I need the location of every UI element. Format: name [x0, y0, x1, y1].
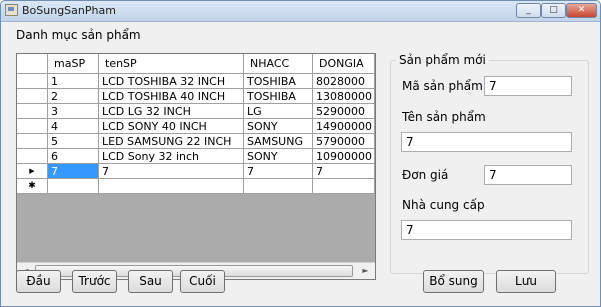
cell-nhacc[interactable]: SONY [244, 149, 313, 164]
row-header[interactable] [17, 134, 48, 149]
previous-button[interactable]: Trước [72, 270, 117, 293]
minimize-button[interactable]: _ [516, 3, 541, 18]
cell-nhacc[interactable]: TOSHIBA [244, 74, 313, 89]
product-code-label: Mã sản phẩm [402, 79, 483, 93]
scroll-right-arrow-icon[interactable]: ► [357, 263, 374, 279]
cell-tensp[interactable]: LCD TOSHIBA 32 INCH [99, 74, 244, 89]
product-grid[interactable]: maSP tenSP NHACC DONGIA 1 LCD TOSHIBA 32 … [16, 53, 376, 280]
cell-tensp[interactable]: 7 [99, 164, 244, 179]
row-header[interactable] [17, 119, 48, 134]
cell-tensp[interactable]: LCD SONY 40 INCH [99, 119, 244, 134]
new-row-marker-icon[interactable]: ✱ [17, 179, 48, 194]
maximize-button[interactable]: □ [541, 3, 566, 18]
price-input[interactable]: 7 [484, 165, 572, 185]
grid-corner [17, 54, 48, 74]
app-icon [5, 4, 18, 16]
first-button[interactable]: Đầu [16, 270, 61, 293]
save-button[interactable]: Lưu [496, 270, 556, 293]
cell-dongia[interactable]: 8028000 [313, 74, 375, 89]
cell-dongia[interactable] [313, 179, 375, 194]
cell-dongia[interactable]: 5290000 [313, 104, 375, 119]
row-header[interactable] [17, 74, 48, 89]
cell-masp[interactable]: 3 [48, 104, 99, 119]
close-button[interactable]: ✕ [566, 3, 597, 18]
column-header-masp[interactable]: maSP [48, 54, 99, 74]
next-button[interactable]: Sau [128, 270, 173, 293]
main-window: BoSungSanPham _ □ ✕ Danh mục sản phẩm ma… [0, 0, 601, 307]
cell-nhacc[interactable]: SAMSUNG [244, 134, 313, 149]
cell-nhacc[interactable]: 7 [244, 164, 313, 179]
cell-tensp[interactable]: LCD TOSHIBA 40 INCH [99, 89, 244, 104]
row-header[interactable] [17, 104, 48, 119]
column-header-dongia[interactable]: DONGIA [313, 54, 375, 74]
cell-masp[interactable]: 1 [48, 74, 99, 89]
cell-nhacc[interactable]: SONY [244, 119, 313, 134]
cell-masp[interactable]: 7 [48, 164, 99, 179]
cell-dongia[interactable]: 7 [313, 164, 375, 179]
title-bar: BoSungSanPham _ □ ✕ [1, 1, 600, 22]
row-header[interactable] [17, 149, 48, 164]
cell-masp[interactable]: 5 [48, 134, 99, 149]
cell-dongia[interactable]: 10900000 [313, 149, 375, 164]
supplier-input[interactable]: 7 [401, 220, 572, 240]
window-title: BoSungSanPham [22, 4, 116, 17]
product-name-input[interactable]: 7 [401, 132, 572, 152]
cell-nhacc[interactable] [244, 179, 313, 194]
cell-nhacc[interactable]: LG [244, 104, 313, 119]
row-header[interactable] [17, 89, 48, 104]
column-header-tensp[interactable]: tenSP [99, 54, 244, 74]
cell-dongia[interactable]: 14900000 [313, 119, 375, 134]
cell-tensp[interactable] [99, 179, 244, 194]
cell-masp[interactable]: 6 [48, 149, 99, 164]
cell-nhacc[interactable]: TOSHIBA [244, 89, 313, 104]
cell-dongia[interactable]: 5790000 [313, 134, 375, 149]
cell-tensp[interactable]: LCD LG 32 INCH [99, 104, 244, 119]
supplier-label: Nhà cung cấp [402, 198, 485, 212]
form-client: Danh mục sản phẩm maSP tenSP NHACC DONGI… [4, 22, 597, 304]
product-name-label: Tên sản phẩm [402, 110, 486, 124]
close-icon: ✕ [577, 5, 586, 15]
product-code-input[interactable]: 7 [484, 76, 572, 96]
cell-masp[interactable] [48, 179, 99, 194]
cell-masp[interactable]: 4 [48, 119, 99, 134]
maximize-icon: □ [549, 5, 558, 15]
cell-dongia[interactable]: 13080000 [313, 89, 375, 104]
new-product-group-title: Sản phẩm mới [396, 53, 489, 67]
product-list-heading: Danh mục sản phẩm [16, 28, 141, 42]
current-row-marker-icon[interactable]: ▶ [17, 164, 48, 179]
cell-masp[interactable]: 2 [48, 89, 99, 104]
cell-tensp[interactable]: LCD Sony 32 inch [99, 149, 244, 164]
minimize-icon: _ [526, 5, 531, 15]
price-label: Đơn giá [402, 168, 449, 182]
cell-tensp[interactable]: LED SAMSUNG 22 INCH [99, 134, 244, 149]
add-button[interactable]: Bổ sung [423, 270, 484, 293]
last-button[interactable]: Cuối [180, 270, 225, 293]
column-header-nhacc[interactable]: NHACC [244, 54, 313, 74]
